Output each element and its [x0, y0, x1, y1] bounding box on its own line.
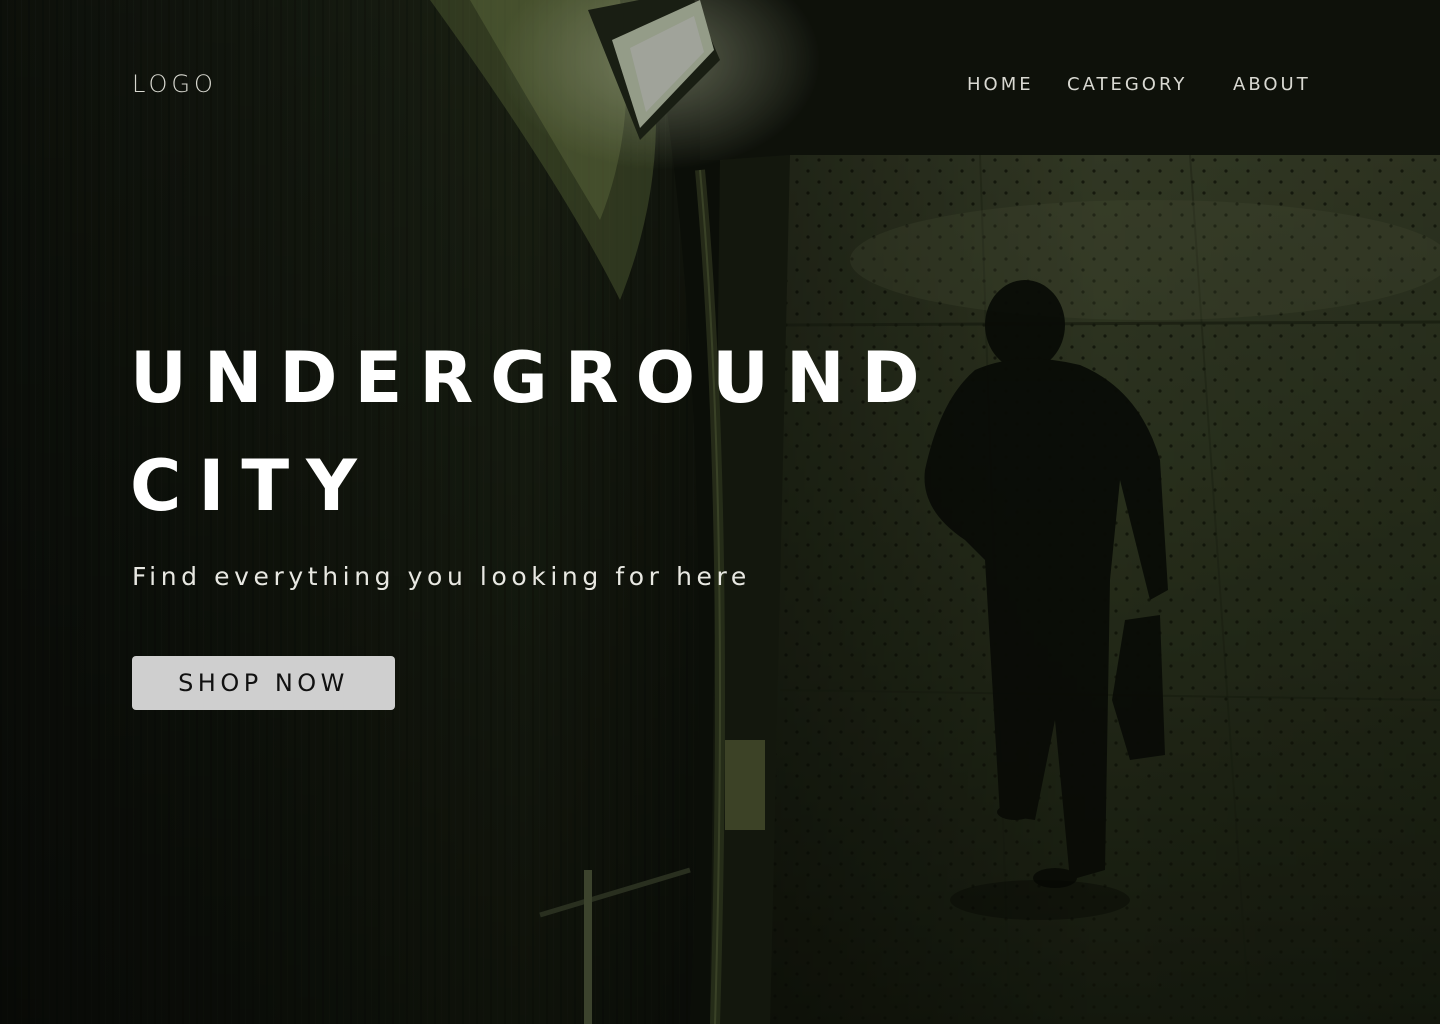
hero-subtitle: Find everything you looking for here: [132, 562, 751, 591]
nav-item-about[interactable]: ABOUT: [1233, 74, 1311, 95]
shop-now-button[interactable]: SHOP NOW: [132, 656, 395, 710]
nav-item-category[interactable]: CATEGORY: [1067, 74, 1187, 95]
main-nav: HOME CATEGORY ABOUT: [0, 74, 1440, 98]
hero-section: LOGO HOME CATEGORY ABOUT UNDERGROUND CIT…: [0, 0, 1440, 1024]
hero-title-line-1: UNDERGROUND: [130, 337, 937, 419]
hero-title-line-2: CITY: [130, 445, 374, 527]
nav-item-home[interactable]: HOME: [967, 74, 1034, 95]
